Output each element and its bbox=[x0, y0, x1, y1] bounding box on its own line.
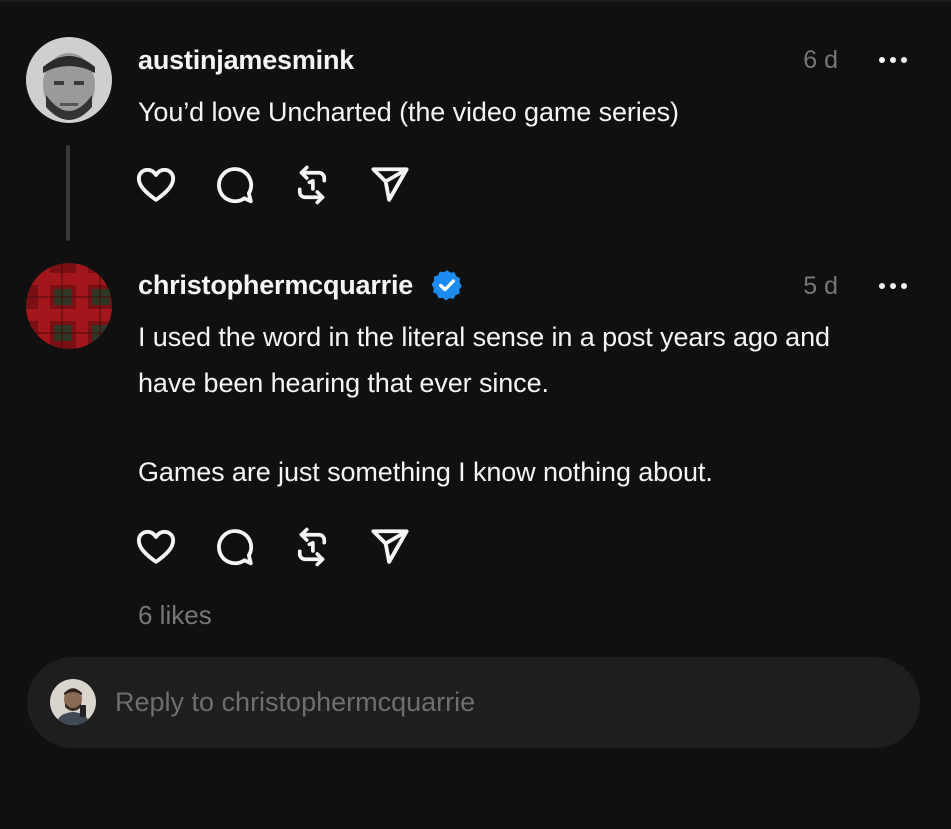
timestamp: 5 d bbox=[803, 272, 838, 300]
reply-bar[interactable] bbox=[27, 657, 920, 748]
avatar-austinjamesmink[interactable] bbox=[26, 37, 112, 123]
timestamp: 6 d bbox=[803, 46, 838, 74]
more-icon[interactable] bbox=[870, 45, 916, 75]
share-icon[interactable] bbox=[368, 163, 412, 207]
reply-input[interactable] bbox=[115, 657, 895, 748]
comment-icon[interactable] bbox=[212, 163, 256, 207]
comment-text-line-2: have been hearing that ever since. bbox=[138, 368, 549, 398]
username[interactable]: christophermcquarrie bbox=[138, 270, 413, 301]
avatar-christophermcquarrie[interactable] bbox=[26, 263, 112, 349]
repost-icon[interactable] bbox=[290, 163, 334, 207]
action-bar bbox=[134, 525, 446, 569]
verified-badge-icon bbox=[430, 268, 464, 302]
action-bar bbox=[134, 163, 446, 207]
likes-count[interactable]: 6 likes bbox=[138, 600, 212, 631]
avatar bbox=[50, 679, 96, 725]
comment-text-paragraph-2: Games are just something I know nothing … bbox=[138, 457, 713, 487]
thread-view: austinjamesmink 6 d You’d love Uncharted… bbox=[0, 0, 951, 829]
more-icon[interactable] bbox=[870, 271, 916, 301]
username[interactable]: austinjamesmink bbox=[138, 45, 354, 76]
repost-icon[interactable] bbox=[290, 525, 334, 569]
share-icon[interactable] bbox=[368, 525, 412, 569]
heart-icon[interactable] bbox=[134, 525, 178, 569]
comment-text: You’d love Uncharted (the video game ser… bbox=[138, 97, 679, 127]
thread-connector-line bbox=[66, 145, 70, 241]
comment-text-line-1: I used the word in the literal sense in … bbox=[138, 322, 830, 352]
comment-icon[interactable] bbox=[212, 525, 256, 569]
heart-icon[interactable] bbox=[134, 163, 178, 207]
